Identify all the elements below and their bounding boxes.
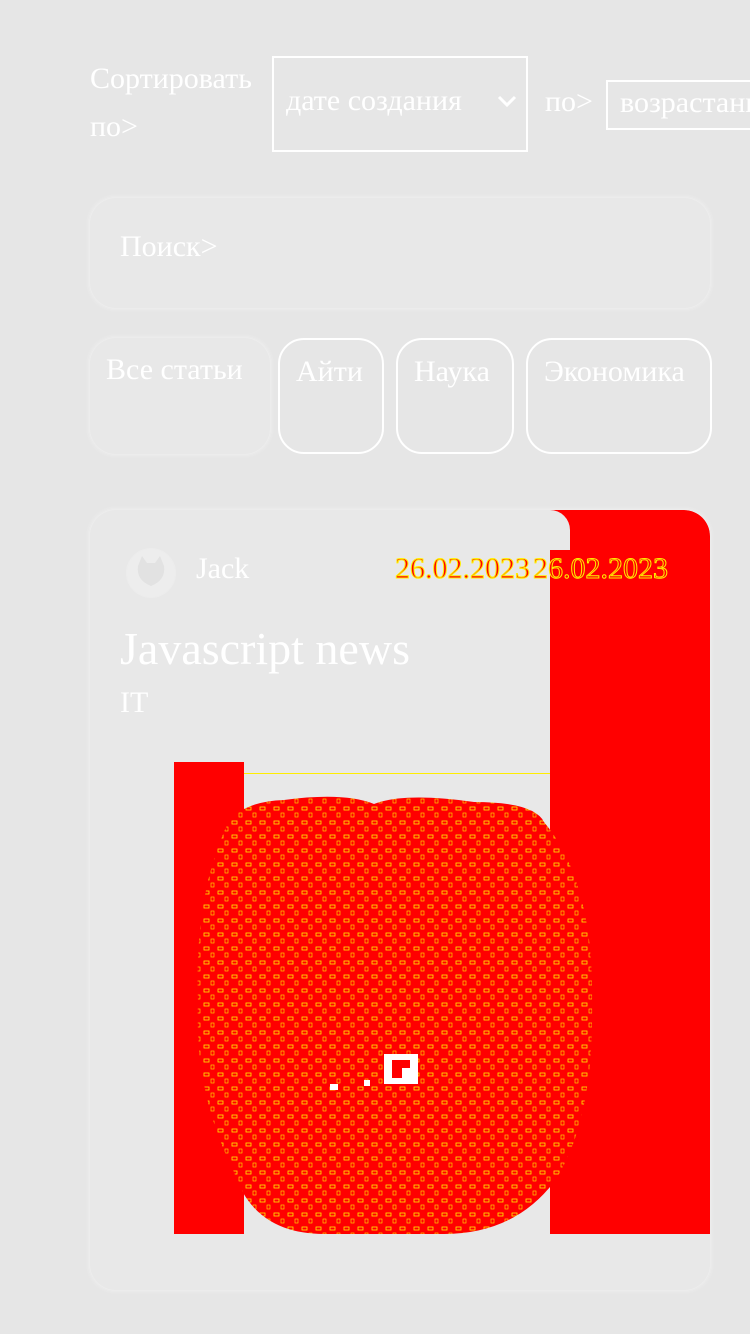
chevron-down-icon (497, 95, 517, 108)
category-economy-chip[interactable]: Экономика (526, 338, 712, 454)
author-name: Jack (196, 552, 250, 585)
category-science-chip[interactable]: Наука (396, 338, 514, 454)
category-it-chip[interactable]: Айти (278, 338, 384, 454)
sort-order-label: по> (545, 85, 593, 118)
article-title[interactable]: Javascript news (120, 622, 410, 675)
sort-field-select[interactable]: дате создания (272, 56, 528, 152)
sort-order-select[interactable]: возрастанию (606, 80, 750, 130)
sort-field-value: дате создания (286, 84, 462, 117)
category-all-chip[interactable]: Все статьи (90, 338, 270, 454)
author-avatar (126, 548, 176, 598)
article-card[interactable]: Jack 26.02.2023 26.02.2023 Javascript ne… (90, 510, 710, 1290)
article-tag: IT (120, 686, 149, 719)
article-date-duplicate: 26.02.2023 (533, 552, 669, 586)
sort-order-value: возрастанию (620, 86, 750, 119)
article-date: 26.02.2023 (395, 552, 531, 586)
cat-image (174, 762, 710, 1234)
search-placeholder: Поиск> (120, 230, 218, 263)
sort-label: Сортировать по> (90, 62, 252, 143)
search-input[interactable]: Поиск> (90, 198, 710, 308)
cat-avatar-icon (127, 549, 175, 597)
articles-page: Сортировать по> дате создания по> возрас… (0, 0, 750, 1334)
